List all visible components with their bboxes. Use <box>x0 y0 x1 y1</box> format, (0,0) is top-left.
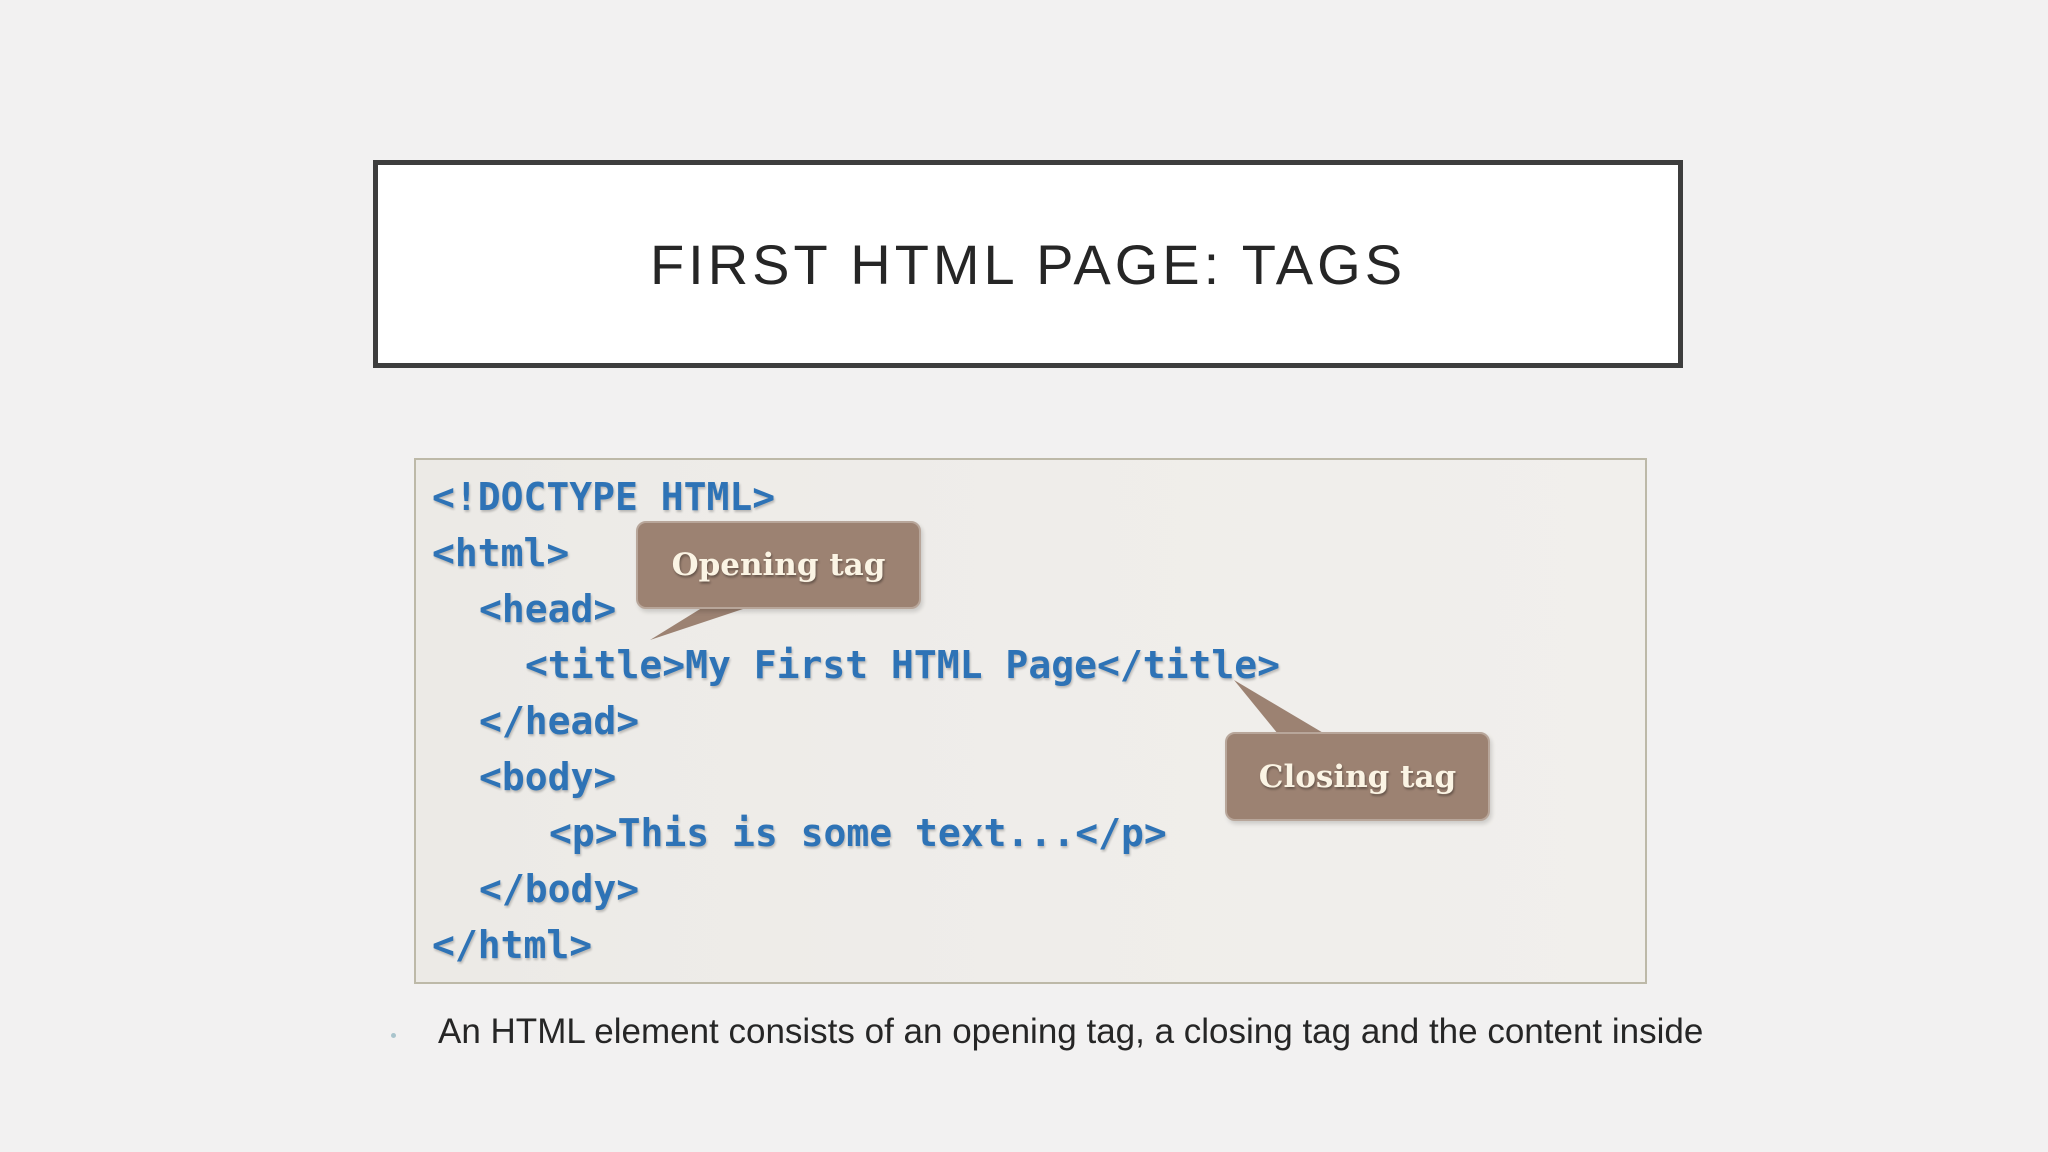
code-line-body-close: </body> <box>479 867 640 911</box>
title-box: FIRST HTML PAGE: TAGS <box>373 160 1683 368</box>
opening-tag-label: Opening tag <box>671 547 886 583</box>
bullet-marker <box>391 1033 396 1038</box>
bullet-text: An HTML element consists of an opening t… <box>438 1012 1704 1051</box>
code-line-head-open: <head> <box>479 587 617 631</box>
code-line-html-close: </html> <box>432 923 593 967</box>
code-line-html-open: <html> <box>432 531 570 575</box>
closing-tag-callout: Closing tag <box>1225 732 1490 821</box>
code-line-title: <title>My First HTML Page</title> <box>525 643 1280 687</box>
opening-tag-callout: Opening tag <box>636 521 921 609</box>
code-line-head-close: </head> <box>479 699 640 743</box>
code-line-doctype: <!DOCTYPE HTML> <box>432 475 776 519</box>
code-line-body-open: <body> <box>479 755 617 799</box>
slide-title: FIRST HTML PAGE: TAGS <box>649 232 1407 296</box>
code-line-paragraph: <p>This is some text...</p> <box>549 811 1167 855</box>
closing-tag-label: Closing tag <box>1258 758 1457 795</box>
slide: FIRST HTML PAGE: TAGS <!DOCTYPE HTML> <h… <box>0 0 2048 1152</box>
code-block: <!DOCTYPE HTML> <html> <head> <title>My … <box>414 458 1647 984</box>
